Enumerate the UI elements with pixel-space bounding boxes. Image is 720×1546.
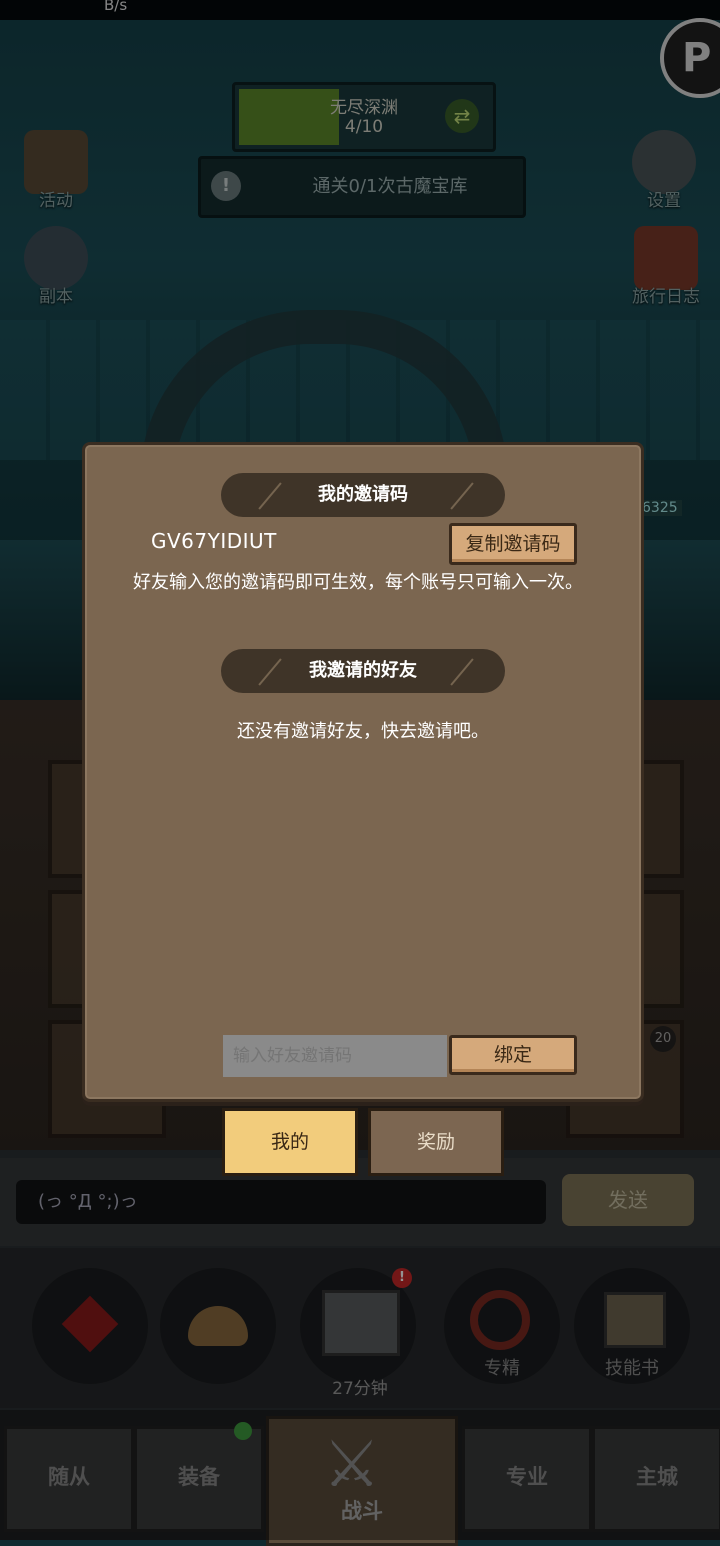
empty-friends-note: 还没有邀请好友，快去邀请吧。 [237, 721, 489, 742]
invite-modal: 我的邀请码 GV67YIDIUT 复制邀请码 好友输入您的邀请码即可生效，每个账… [82, 442, 644, 1102]
bind-button[interactable]: 绑定 [449, 1035, 577, 1075]
my-invite-code-title: 我的邀请码 [318, 484, 408, 505]
invite-code: GV67YIDIUT [151, 529, 277, 553]
tab-mine[interactable]: 我的 [222, 1108, 358, 1176]
my-invite-code-header: 我的邀请码 [221, 473, 505, 517]
friend-code-input[interactable] [223, 1035, 447, 1077]
copy-invite-code-button[interactable]: 复制邀请码 [449, 523, 577, 565]
invite-description: 好友输入您的邀请码即可生效，每个账号只可输入一次。 [133, 572, 583, 593]
invited-friends-header: 我邀请的好友 [221, 649, 505, 693]
invited-friends-title: 我邀请的好友 [309, 660, 417, 681]
tab-reward[interactable]: 奖励 [368, 1108, 504, 1176]
